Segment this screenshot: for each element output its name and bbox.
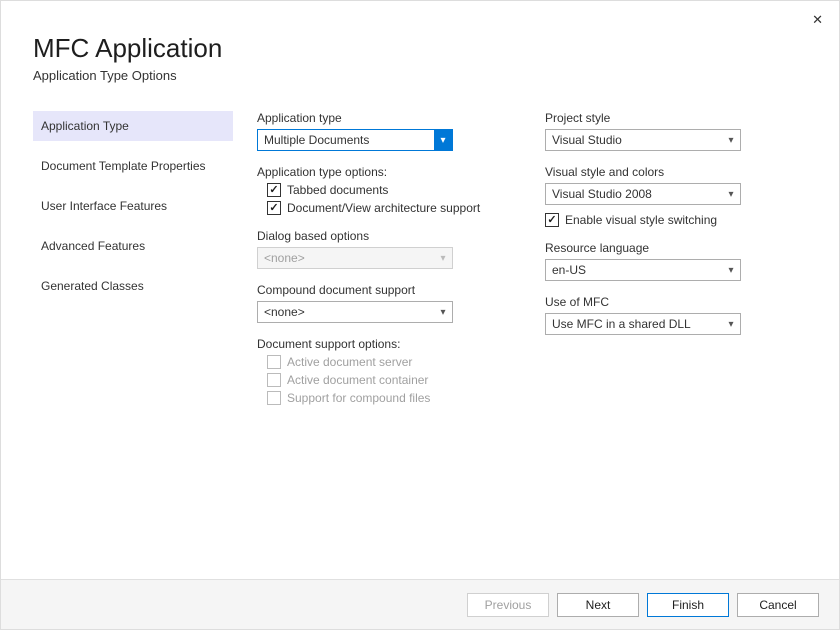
enable-visual-style-switching-label: Enable visual style switching — [565, 213, 717, 227]
previous-button: Previous — [467, 593, 549, 617]
checkbox-icon — [267, 201, 281, 215]
nav-user-interface-features[interactable]: User Interface Features — [33, 191, 233, 221]
checkbox-icon — [267, 391, 281, 405]
chevron-down-icon: ▾ — [434, 248, 452, 268]
application-type-value: Multiple Documents — [264, 133, 369, 147]
use-of-mfc-value: Use MFC in a shared DLL — [552, 317, 691, 331]
wizard-footer: Previous Next Finish Cancel — [1, 579, 839, 629]
nav-advanced-features[interactable]: Advanced Features — [33, 231, 233, 261]
wizard-subtitle: Application Type Options — [33, 68, 839, 83]
use-of-mfc-combo[interactable]: Use MFC in a shared DLL ▾ — [545, 313, 741, 335]
chevron-down-icon: ▾ — [722, 130, 740, 150]
wizard-nav: Application Type Document Template Prope… — [33, 111, 233, 409]
docview-architecture-label: Document/View architecture support — [287, 201, 480, 215]
chevron-down-icon: ▾ — [722, 260, 740, 280]
support-compound-files-checkbox: Support for compound files — [257, 391, 505, 405]
dialog-based-options-value: <none> — [264, 251, 305, 265]
nav-application-type[interactable]: Application Type — [33, 111, 233, 141]
project-style-value: Visual Studio — [552, 133, 622, 147]
active-document-container-checkbox: Active document container — [257, 373, 505, 387]
visual-style-label: Visual style and colors — [545, 165, 793, 179]
chevron-down-icon: ▾ — [434, 302, 452, 322]
close-button[interactable]: ✕ — [808, 9, 827, 30]
right-column: Project style Visual Studio ▾ Visual sty… — [545, 111, 793, 409]
checkbox-icon — [545, 213, 559, 227]
use-of-mfc-label: Use of MFC — [545, 295, 793, 309]
compound-document-support-label: Compound document support — [257, 283, 505, 297]
checkbox-icon — [267, 355, 281, 369]
dialog-based-options-label: Dialog based options — [257, 229, 505, 243]
chevron-down-icon: ▾ — [722, 314, 740, 334]
finish-button[interactable]: Finish — [647, 593, 729, 617]
resource-language-value: en-US — [552, 263, 586, 277]
checkbox-icon — [267, 183, 281, 197]
chevron-down-icon: ▾ — [434, 130, 452, 150]
docview-architecture-checkbox[interactable]: Document/View architecture support — [257, 201, 505, 215]
left-column: Application type Multiple Documents ▾ Ap… — [257, 111, 505, 409]
active-document-container-label: Active document container — [287, 373, 428, 387]
application-type-combo[interactable]: Multiple Documents ▾ — [257, 129, 453, 151]
enable-visual-style-switching-checkbox[interactable]: Enable visual style switching — [545, 213, 793, 227]
cancel-button[interactable]: Cancel — [737, 593, 819, 617]
project-style-label: Project style — [545, 111, 793, 125]
resource-language-combo[interactable]: en-US ▾ — [545, 259, 741, 281]
nav-generated-classes[interactable]: Generated Classes — [33, 271, 233, 301]
wizard-header: MFC Application Application Type Options — [1, 1, 839, 83]
compound-document-support-combo[interactable]: <none> ▾ — [257, 301, 453, 323]
dialog-based-options-combo: <none> ▾ — [257, 247, 453, 269]
active-document-server-checkbox: Active document server — [257, 355, 505, 369]
visual-style-value: Visual Studio 2008 — [552, 187, 652, 201]
application-type-options-label: Application type options: — [257, 165, 505, 179]
compound-document-support-value: <none> — [264, 305, 305, 319]
checkbox-icon — [267, 373, 281, 387]
active-document-server-label: Active document server — [287, 355, 412, 369]
visual-style-combo[interactable]: Visual Studio 2008 ▾ — [545, 183, 741, 205]
wizard-title: MFC Application — [33, 33, 839, 64]
application-type-label: Application type — [257, 111, 505, 125]
support-compound-files-label: Support for compound files — [287, 391, 430, 405]
next-button[interactable]: Next — [557, 593, 639, 617]
chevron-down-icon: ▾ — [722, 184, 740, 204]
project-style-combo[interactable]: Visual Studio ▾ — [545, 129, 741, 151]
tabbed-documents-checkbox[interactable]: Tabbed documents — [257, 183, 505, 197]
resource-language-label: Resource language — [545, 241, 793, 255]
document-support-options-label: Document support options: — [257, 337, 505, 351]
nav-document-template-properties[interactable]: Document Template Properties — [33, 151, 233, 181]
tabbed-documents-label: Tabbed documents — [287, 183, 388, 197]
